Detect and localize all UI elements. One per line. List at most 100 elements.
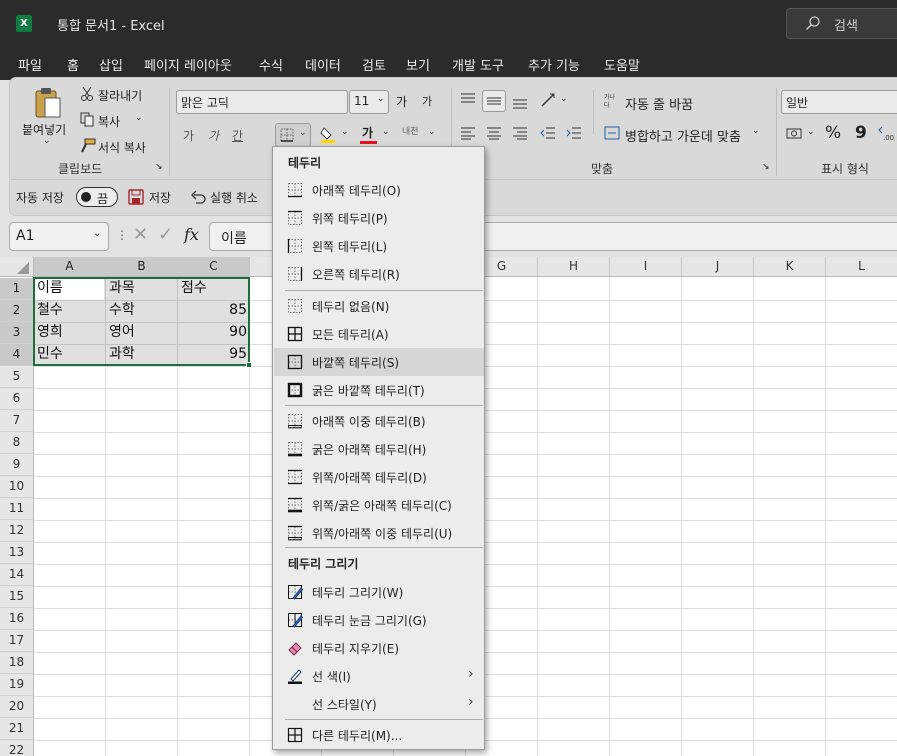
cell-C4[interactable]: 95 (178, 344, 250, 366)
menu-item-double-bottom-border[interactable]: 아래쪽 이중 테두리(B) (274, 407, 484, 435)
tab-help[interactable]: 도움말 (604, 55, 640, 74)
undo-icon[interactable] (190, 189, 206, 205)
increase-indent-icon[interactable] (566, 126, 582, 140)
row-header[interactable]: 10 (0, 476, 34, 498)
menu-item-outside-border[interactable]: 바깥쪽 테두리(S) (274, 348, 484, 376)
format-painter-button[interactable]: 서식 복사 (98, 139, 146, 156)
name-box[interactable]: A1 ⌄ (9, 222, 109, 251)
tab-insert[interactable]: 삽입 (99, 55, 123, 74)
menu-item-bottom-border[interactable]: 아래쪽 테두리(O) (274, 176, 484, 204)
align-center-icon[interactable] (486, 126, 502, 140)
row-header[interactable]: 19 (0, 674, 34, 696)
search-box[interactable]: 검색 (786, 8, 897, 39)
chevron-down-icon[interactable]: ⌄ (93, 228, 101, 239)
underline-button[interactable]: 간 (232, 127, 243, 144)
row-header[interactable]: 4 (0, 344, 34, 366)
row-header[interactable]: 22 (0, 740, 34, 756)
cancel-icon[interactable]: ✕ (133, 224, 148, 245)
cell-A2[interactable]: 철수 (34, 300, 106, 322)
menu-item-all-borders[interactable]: 모든 테두리(A) (274, 320, 484, 348)
tab-home[interactable]: 홈 (65, 55, 81, 81)
menu-item-thick-outside-border[interactable]: 굵은 바깥쪽 테두리(T) (274, 376, 484, 404)
accounting-format-icon[interactable] (786, 126, 802, 140)
align-right-icon[interactable] (512, 126, 528, 140)
font-size-dropdown[interactable]: 11 ⌄ (349, 90, 389, 114)
menu-item-line-style[interactable]: 선 스타일(Y) › (274, 690, 484, 718)
column-header[interactable]: C (178, 257, 250, 277)
row-header[interactable]: 14 (0, 564, 34, 586)
italic-button[interactable]: 가 (208, 127, 219, 144)
tab-review[interactable]: 검토 (362, 55, 386, 74)
row-header[interactable]: 5 (0, 366, 34, 388)
paste-dropdown-icon[interactable]: ⌄ (43, 136, 51, 146)
menu-item-right-border[interactable]: 오른쪽 테두리(R) (274, 260, 484, 288)
row-header[interactable]: 6 (0, 388, 34, 410)
comma-style-button[interactable]: 9 (855, 123, 867, 143)
cell-C1[interactable]: 점수 (178, 278, 250, 300)
decrease-indent-icon[interactable] (540, 126, 556, 140)
column-header[interactable]: L (826, 257, 897, 277)
row-header[interactable]: 11 (0, 498, 34, 520)
menu-item-top-thick-bottom-border[interactable]: 위쪽/굵은 아래쪽 테두리(C) (274, 491, 484, 519)
tab-page-layout[interactable]: 페이지 레이아웃 (144, 55, 232, 74)
cell-B2[interactable]: 수학 (106, 300, 178, 322)
more-icon[interactable]: ⋮ (116, 228, 128, 242)
row-header[interactable]: 8 (0, 432, 34, 454)
tab-add-ins[interactable]: 추가 기능 (528, 55, 580, 74)
menu-item-left-border[interactable]: 왼쪽 테두리(L) (274, 232, 484, 260)
copy-dropdown-icon[interactable]: ⌄ (135, 113, 143, 123)
cell-A1[interactable]: 이름 (34, 278, 106, 300)
cell-A3[interactable]: 영희 (34, 322, 106, 344)
row-header[interactable]: 20 (0, 696, 34, 718)
column-header[interactable]: J (682, 257, 754, 277)
row-header[interactable]: 15 (0, 586, 34, 608)
row-header[interactable]: 12 (0, 520, 34, 542)
cell-A4[interactable]: 민수 (34, 344, 106, 366)
borders-button[interactable]: ⌄ (275, 123, 311, 147)
alignment-launcher-icon[interactable]: ↘ (762, 162, 770, 172)
menu-item-thick-bottom-border[interactable]: 굵은 아래쪽 테두리(H) (274, 435, 484, 463)
orientation-dropdown-icon[interactable]: ⌄ (560, 94, 568, 104)
cut-button[interactable]: 잘라내기 (98, 87, 142, 104)
menu-item-more-borders[interactable]: 다른 테두리(M)... (274, 721, 484, 749)
align-bottom-icon[interactable] (512, 96, 528, 110)
fill-color-icon[interactable] (320, 126, 336, 144)
menu-item-line-color[interactable]: 선 색(I) › (274, 662, 484, 690)
paste-icon[interactable] (33, 86, 63, 120)
menu-item-draw-border[interactable]: 테두리 그리기(W) (274, 578, 484, 606)
save-icon[interactable] (128, 189, 144, 205)
cell-B4[interactable]: 과학 (106, 344, 178, 366)
save-button[interactable]: 저장 (149, 189, 171, 206)
row-header[interactable]: 7 (0, 410, 34, 432)
tab-data[interactable]: 데이터 (305, 55, 341, 74)
row-header[interactable]: 1 (0, 278, 34, 300)
tab-view[interactable]: 보기 (406, 55, 430, 74)
autosave-toggle[interactable]: 끔 (76, 187, 118, 207)
undo-button[interactable]: 실행 취소 (210, 189, 258, 206)
row-header[interactable]: 17 (0, 630, 34, 652)
cell-C2[interactable]: 85 (178, 300, 250, 322)
row-header[interactable]: 3 (0, 322, 34, 344)
shrink-font-button[interactable]: 가 (422, 93, 432, 109)
phonetic-dropdown-icon[interactable]: ⌄ (428, 127, 436, 137)
copy-button[interactable]: 복사 (98, 113, 120, 130)
align-middle-button[interactable] (482, 90, 506, 112)
enter-icon[interactable]: ✓ (158, 224, 173, 245)
number-format-dropdown[interactable]: 일반 (781, 90, 897, 114)
menu-item-no-border[interactable]: 테두리 없음(N) (274, 292, 484, 320)
merge-dropdown-icon[interactable]: ⌄ (752, 126, 760, 136)
orientation-icon[interactable] (540, 92, 558, 108)
bold-button[interactable]: 가 (183, 127, 194, 144)
row-header[interactable]: 21 (0, 718, 34, 740)
insert-function-button[interactable]: fx (184, 225, 199, 244)
tab-formulas[interactable]: 수식 (259, 55, 283, 74)
column-header[interactable]: A (34, 257, 106, 277)
column-header[interactable]: K (754, 257, 826, 277)
clipboard-launcher-icon[interactable]: ↘ (155, 162, 163, 172)
column-header[interactable]: I (610, 257, 682, 277)
cell-B3[interactable]: 영어 (106, 322, 178, 344)
cell-C3[interactable]: 90 (178, 322, 250, 344)
menu-item-eraser[interactable]: 테두리 지우기(E) (274, 634, 484, 662)
menu-item-top-border[interactable]: 위쪽 테두리(P) (274, 204, 484, 232)
font-color-button[interactable]: 가 (362, 124, 373, 141)
